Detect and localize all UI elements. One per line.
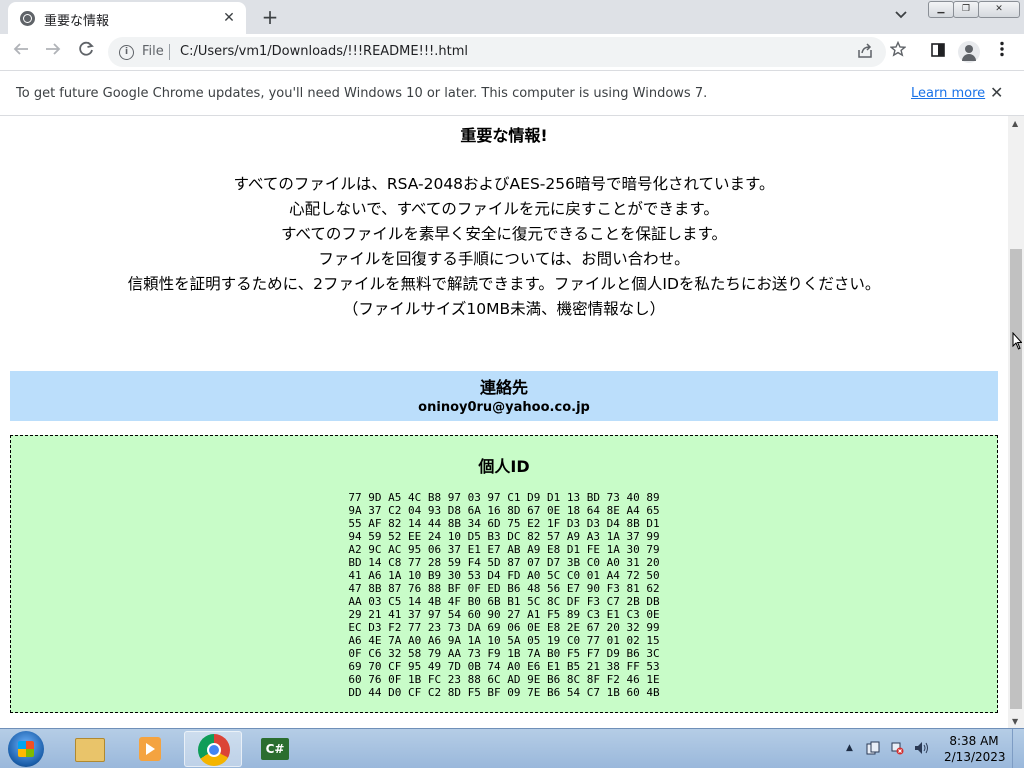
id-line: DD 44 D0 CF C2 8D F5 BF 09 7E B6 54 C7 1…: [348, 686, 660, 699]
clock-time[interactable]: 8:38 AM: [944, 734, 1004, 748]
id-line: 47 8B 87 76 88 BF 0F ED B6 48 56 E7 90 F…: [348, 582, 660, 595]
contact-section: 連絡先 oninoy0ru@yahoo.co.jp: [10, 371, 998, 421]
star-icon[interactable]: [886, 40, 910, 64]
csharp-icon: C#: [261, 738, 289, 760]
new-tab-button[interactable]: +: [258, 5, 282, 29]
message-line-5: 信頼性を証明するために、2ファイルを無料で解読できます。ファイルと個人IDを私た…: [127, 275, 881, 293]
explorer-taskbar-button[interactable]: [60, 731, 118, 767]
message-line-1: すべてのファイルは、RSA-2048およびAES-256暗号で暗号化されています…: [233, 175, 775, 193]
page-content: 重要な情報! すべてのファイルは、RSA-2048およびAES-256暗号で暗号…: [0, 116, 1008, 728]
action-center-icon[interactable]: [866, 741, 880, 758]
scroll-up-icon[interactable]: ▲: [1012, 119, 1018, 128]
browser-tab[interactable]: 重要な情報 ✕: [8, 2, 246, 34]
media-player-icon: [139, 737, 161, 761]
forward-arrow-icon[interactable]: [41, 40, 65, 64]
personal-id-title: 個人ID: [478, 457, 530, 476]
show-desktop-button[interactable]: [1012, 729, 1024, 768]
globe-icon: [20, 11, 35, 26]
id-line: 29 21 41 37 97 54 60 90 27 A1 F5 89 C3 E…: [348, 608, 660, 621]
id-line: 9A 37 C2 04 93 D8 6A 16 8D 67 0E 18 64 8…: [348, 504, 660, 517]
message-line-3: すべてのファイルを素早く安全に復元できることを保証します。: [281, 225, 727, 243]
chevron-down-icon[interactable]: [895, 8, 907, 22]
message-line-4: ファイルを回復する手順については、お問い合わせ。: [318, 250, 690, 268]
network-icon[interactable]: [890, 741, 904, 758]
id-line: 77 9D A5 4C B8 97 03 97 C1 D9 D1 13 BD 7…: [348, 491, 660, 504]
toolbar: i File C:/Users/vm1/Downloads/!!!README!…: [0, 34, 1024, 70]
media-player-taskbar-button[interactable]: [121, 731, 179, 767]
contact-title: 連絡先: [479, 378, 528, 397]
learn-more-link[interactable]: Learn more: [911, 86, 985, 101]
volume-icon[interactable]: [914, 741, 930, 758]
maximize-button[interactable]: ❐: [953, 1, 979, 18]
id-line: 60 76 0F 1B FC 23 88 6C AD 9E B6 8C 8F F…: [348, 673, 660, 686]
url-text[interactable]: C:/Users/vm1/Downloads/!!!README!!!.html: [180, 44, 468, 59]
tab-strip: 重要な情報 ✕ + ▁ ❐ ✕: [0, 0, 1024, 34]
id-line: BD 14 C8 77 28 59 F4 5D 87 07 D7 3B C0 A…: [348, 556, 660, 569]
id-line: 41 A6 1A 10 B9 30 53 D4 FD A0 5C C0 01 A…: [348, 569, 660, 582]
file-label: File: [142, 44, 164, 59]
back-arrow-icon[interactable]: [9, 40, 33, 64]
chrome-taskbar-button[interactable]: [184, 731, 242, 767]
infobar-message: To get future Google Chrome updates, you…: [16, 86, 708, 101]
address-bar[interactable]: i File C:/Users/vm1/Downloads/!!!README!…: [108, 37, 886, 67]
id-line: 55 AF 82 14 44 8B 34 6D 75 E2 1F D3 D3 D…: [348, 517, 660, 530]
kebab-menu-icon[interactable]: [990, 40, 1014, 64]
message-line-2: 心配しないで、すべてのファイルを元に戻すことができます。: [289, 200, 719, 218]
scroll-down-icon[interactable]: ▼: [1012, 717, 1018, 726]
id-line: 94 59 52 EE 24 10 D5 B3 DC 82 57 A9 A3 1…: [348, 530, 660, 543]
id-line: 0F C6 32 58 79 AA 73 F9 1B 7A B0 F5 F7 D…: [348, 647, 660, 660]
tray-expand-icon[interactable]: ▲: [846, 743, 853, 753]
id-line: AA 03 C5 14 4B 4F B0 6B B1 5C 8C DF F3 C…: [348, 595, 660, 608]
vertical-scrollbar[interactable]: ▲ ▼: [1008, 116, 1024, 728]
window-close-button[interactable]: ✕: [978, 1, 1020, 18]
divider: [169, 44, 170, 60]
page-heading: 重要な情報!: [460, 126, 548, 145]
id-line: 69 70 CF 95 49 7D 0B 74 A0 E6 E1 B5 21 3…: [348, 660, 660, 673]
csharp-taskbar-button[interactable]: C#: [246, 731, 304, 767]
start-button[interactable]: [8, 731, 44, 767]
taskbar: C# ▲ 8:38 AM 2/13/2023: [0, 728, 1024, 768]
contact-email[interactable]: oninoy0ru@yahoo.co.jp: [10, 400, 998, 415]
profile-icon[interactable]: [958, 41, 980, 63]
tab-title: 重要な情報: [44, 14, 110, 29]
infobar-close-icon[interactable]: ✕: [990, 83, 1003, 102]
chrome-icon: [198, 734, 230, 766]
info-icon[interactable]: i: [119, 45, 134, 60]
share-icon[interactable]: [857, 43, 873, 63]
id-line: EC D3 F2 77 23 73 DA 69 06 0E E8 2E 67 2…: [348, 621, 660, 634]
sidepanel-icon[interactable]: [926, 40, 950, 64]
message-line-6: （ファイルサイズ10MB未満、機密情報なし）: [342, 300, 666, 318]
personal-id-section: 個人ID 77 9D A5 4C B8 97 03 97 C1 D9 D1 13…: [10, 435, 998, 713]
mouse-cursor-icon: [1012, 331, 1023, 355]
minimize-button[interactable]: ▁: [928, 1, 954, 18]
id-line: A2 9C AC 95 06 37 E1 E7 AB A9 E8 D1 FE 1…: [348, 543, 660, 556]
folder-icon: [75, 738, 105, 762]
tab-close-icon[interactable]: ✕: [220, 9, 238, 27]
id-line: A6 4E 7A A0 A6 9A 1A 10 5A 05 19 C0 77 0…: [348, 634, 660, 647]
scrollbar-thumb[interactable]: [1010, 249, 1022, 709]
update-infobar: To get future Google Chrome updates, you…: [0, 70, 1024, 116]
reload-icon[interactable]: [74, 40, 98, 64]
clock-date[interactable]: 2/13/2023: [944, 750, 1006, 764]
